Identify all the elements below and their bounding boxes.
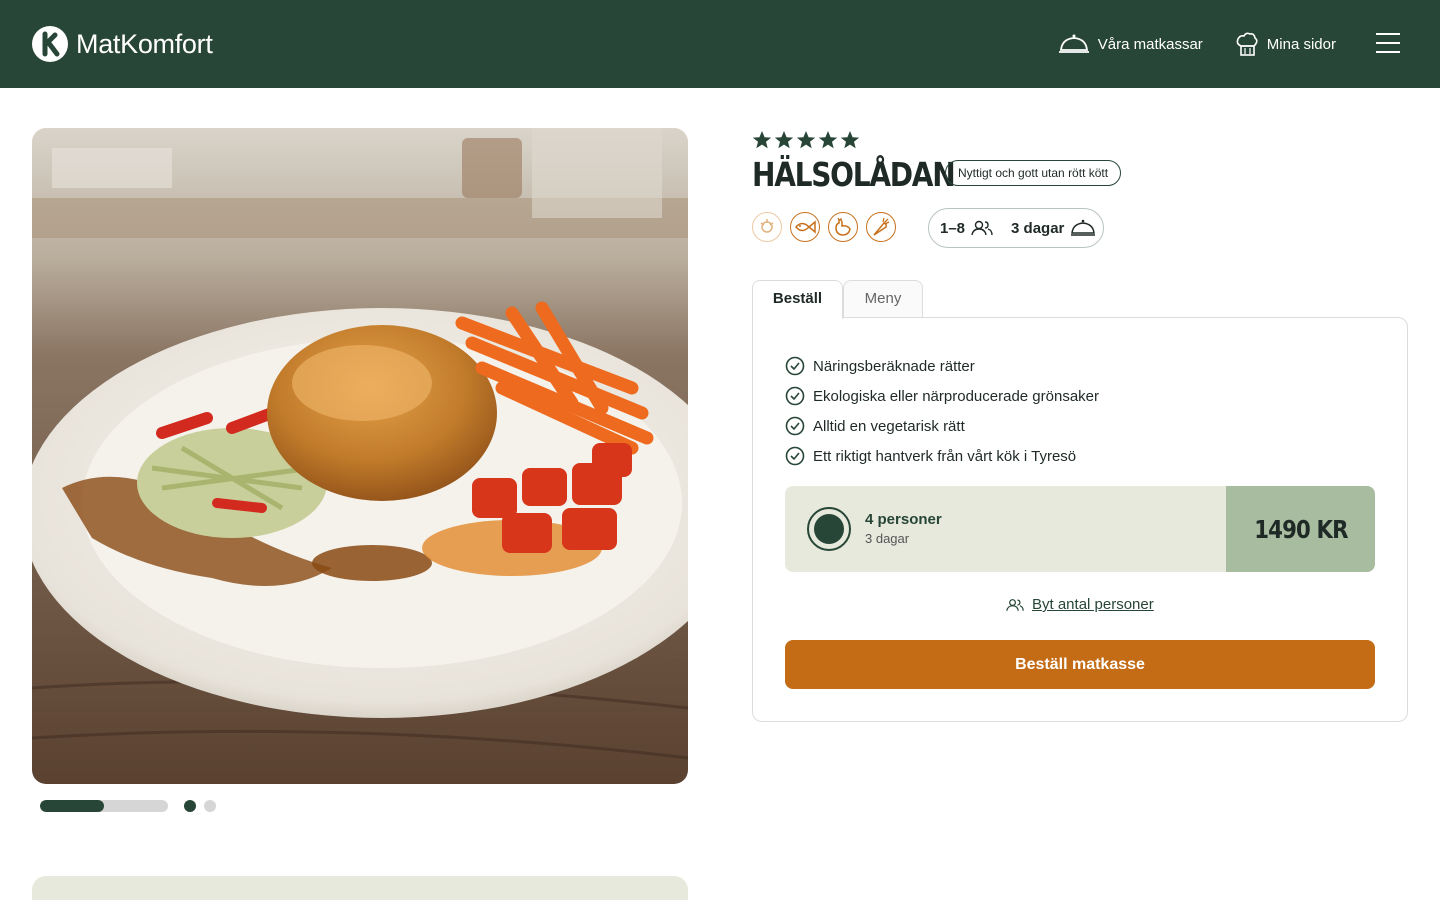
- option-radio[interactable]: [807, 507, 851, 551]
- tab-menu[interactable]: Meny: [843, 280, 923, 318]
- feature-item: Alltid en vegetarisk rätt: [785, 411, 1099, 441]
- vegetarian-icon: [752, 212, 782, 242]
- nav-my-pages-label: Mina sidor: [1266, 35, 1336, 53]
- star-icon: [752, 131, 772, 149]
- chicken-icon: [828, 212, 858, 242]
- star-icon: [840, 131, 860, 149]
- option-radio-selected: [814, 514, 844, 544]
- logo-k-icon: [32, 26, 68, 62]
- feature-list: Näringsberäknade rätter Ekologiska eller…: [785, 351, 1099, 471]
- order-box-button[interactable]: Beställ matkasse: [785, 640, 1375, 689]
- nav-our-boxes[interactable]: Våra matkassar: [1058, 33, 1203, 55]
- size-option[interactable]: 4 personer 3 dagar 1490 KR: [785, 486, 1375, 572]
- site-header: MatKomfort Våra matkassar Mina sidor: [0, 0, 1440, 88]
- fish-icon: [790, 212, 820, 242]
- cloche-icon: [1071, 219, 1096, 236]
- rating-stars: [752, 130, 862, 150]
- logo[interactable]: MatKomfort: [32, 26, 213, 62]
- nav-our-boxes-label: Våra matkassar: [1097, 35, 1203, 53]
- chef-hat-icon: [1236, 32, 1258, 56]
- carousel-dot-1[interactable]: [184, 800, 196, 812]
- brand-name: MatKomfort: [76, 28, 213, 59]
- price-box: 1490 KR: [1226, 486, 1375, 572]
- product-tag: Nyttigt och gott utan rött kött: [945, 160, 1122, 186]
- option-title: 4 personer: [865, 511, 942, 528]
- check-circle-icon: [785, 416, 805, 436]
- people-icon: [971, 220, 993, 236]
- tab-order[interactable]: Beställ: [752, 280, 843, 319]
- product-title: HÄLSOLÅDAN: [752, 155, 956, 194]
- check-circle-icon: [785, 446, 805, 466]
- feature-item: Ett riktigt hantverk från vårt kök i Tyr…: [785, 441, 1099, 471]
- price-label: 1490 KR: [1253, 514, 1348, 544]
- star-icon: [774, 131, 794, 149]
- feature-text: Ekologiska eller närproducerade grönsake…: [813, 387, 1099, 405]
- star-icon: [796, 131, 816, 149]
- feature-text: Alltid en vegetarisk rätt: [813, 417, 965, 435]
- check-circle-icon: [785, 386, 805, 406]
- main-nav: Våra matkassar Mina sidor: [1026, 28, 1336, 60]
- info-card: [32, 876, 688, 900]
- change-persons-link[interactable]: Byt antal personer: [1006, 596, 1154, 613]
- feature-text: Näringsberäknade rätter: [813, 357, 975, 375]
- carousel-progress: [40, 800, 168, 812]
- people-icon: [1006, 598, 1024, 611]
- diet-icons: [752, 212, 904, 242]
- persons-range: 1–8: [940, 219, 966, 237]
- box-meta: 1–8 3 dagar: [928, 208, 1104, 248]
- check-circle-icon: [785, 356, 805, 376]
- change-persons-label: Byt antal personer: [1032, 596, 1154, 613]
- feature-item: Näringsberäknade rätter: [785, 351, 1099, 381]
- option-subtitle: 3 dagar: [865, 531, 910, 546]
- feature-item: Ekologiska eller närproducerade grönsake…: [785, 381, 1099, 411]
- hamburger-menu-icon[interactable]: [1376, 33, 1400, 53]
- product-image[interactable]: [32, 128, 688, 784]
- days-label: 3 dagar: [1011, 219, 1065, 237]
- carousel-progress-fill: [40, 800, 104, 812]
- carrot-icon: [866, 212, 896, 242]
- nav-my-pages[interactable]: Mina sidor: [1235, 30, 1336, 58]
- carousel-dot-2[interactable]: [204, 800, 216, 812]
- cloche-icon: [1058, 34, 1089, 53]
- star-icon: [818, 131, 838, 149]
- feature-text: Ett riktigt hantverk från vårt kök i Tyr…: [813, 447, 1077, 465]
